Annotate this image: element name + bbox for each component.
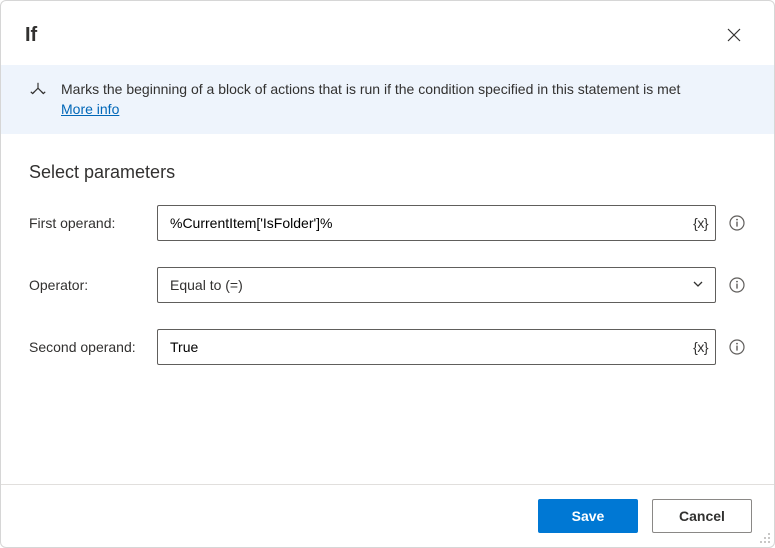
info-icon (729, 339, 745, 355)
more-info-link[interactable]: More info (61, 101, 119, 117)
banner-description: Marks the beginning of a block of action… (61, 81, 680, 97)
info-icon (729, 215, 745, 231)
operator-info[interactable] (728, 276, 746, 294)
save-button[interactable]: Save (538, 499, 638, 533)
dialog-title: If (25, 24, 718, 47)
second-operand-info[interactable] (728, 338, 746, 356)
second-operand-label: Second operand: (29, 339, 157, 355)
operator-select[interactable]: Equal to (=) (157, 267, 716, 303)
first-operand-label: First operand: (29, 215, 157, 231)
section-title: Select parameters (29, 162, 746, 183)
dialog-footer: Save Cancel (1, 484, 774, 547)
if-dialog: If Marks the beginning of a block of act… (0, 0, 775, 548)
cancel-button[interactable]: Cancel (652, 499, 752, 533)
close-icon (727, 28, 741, 42)
first-operand-row: First operand: {x} (29, 205, 746, 241)
first-operand-info[interactable] (728, 214, 746, 232)
second-operand-row: Second operand: {x} (29, 329, 746, 365)
info-banner: Marks the beginning of a block of action… (1, 65, 774, 134)
operator-field-wrap: Equal to (=) (157, 267, 716, 303)
first-operand-field-wrap: {x} (157, 205, 716, 241)
variable-picker-icon[interactable]: {x} (693, 339, 708, 355)
operator-value: Equal to (=) (170, 277, 243, 293)
close-button[interactable] (718, 19, 750, 51)
dialog-body: Select parameters First operand: {x} Ope… (1, 134, 774, 484)
second-operand-field-wrap: {x} (157, 329, 716, 365)
second-operand-input[interactable] (157, 329, 716, 365)
info-icon (729, 277, 745, 293)
operator-label: Operator: (29, 277, 157, 293)
banner-text: Marks the beginning of a block of action… (61, 79, 680, 120)
operator-row: Operator: Equal to (=) (29, 267, 746, 303)
dialog-header: If (1, 1, 774, 65)
variable-picker-icon[interactable]: {x} (693, 215, 708, 231)
branch-icon (29, 81, 47, 120)
first-operand-input[interactable] (157, 205, 716, 241)
